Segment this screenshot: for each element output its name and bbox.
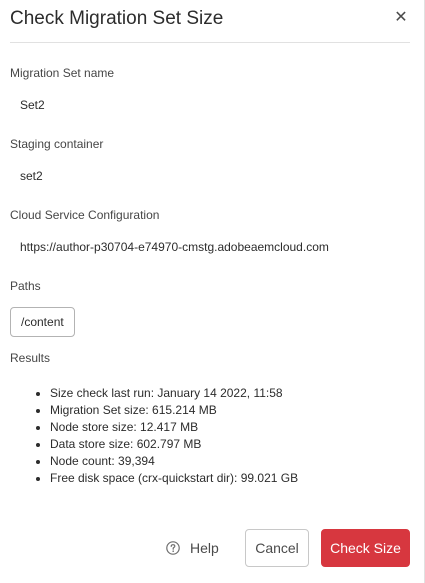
header-divider xyxy=(10,42,410,43)
results-list: Size check last run: January 14 2022, 11… xyxy=(30,385,298,487)
migration-set-name-value: Set2 xyxy=(20,98,45,112)
migration-set-name-label: Migration Set name xyxy=(10,66,115,80)
dialog-title: Check Migration Set Size xyxy=(10,8,224,29)
staging-container-value: set2 xyxy=(20,169,43,183)
staging-container-label: Staging container xyxy=(10,137,104,151)
help-circle-icon xyxy=(166,541,180,555)
check-size-dialog: Check Migration Set Size ✕ Migration Set… xyxy=(0,0,425,583)
result-data-store-size: Data store size: 602.797 MB xyxy=(50,436,298,453)
result-node-count: Node count: 39,394 xyxy=(50,453,298,470)
cloud-service-configuration-label: Cloud Service Configuration xyxy=(10,208,160,222)
result-last-run: Size check last run: January 14 2022, 11… xyxy=(50,385,298,402)
help-button[interactable]: Help xyxy=(166,538,219,558)
close-icon[interactable]: ✕ xyxy=(392,9,410,27)
help-label: Help xyxy=(190,540,219,556)
result-free-disk-space: Free disk space (crx-quickstart dir): 99… xyxy=(50,470,298,487)
cancel-button[interactable]: Cancel xyxy=(245,529,309,567)
result-node-store-size: Node store size: 12.417 MB xyxy=(50,419,298,436)
check-size-button[interactable]: Check Size xyxy=(321,529,410,567)
path-tag: /content xyxy=(10,307,75,337)
cloud-service-configuration-value: https://author-p30704-e74970-cmstg.adobe… xyxy=(20,240,329,254)
results-label: Results xyxy=(10,351,51,365)
paths-label: Paths xyxy=(10,279,41,293)
result-migration-set-size: Migration Set size: 615.214 MB xyxy=(50,402,298,419)
